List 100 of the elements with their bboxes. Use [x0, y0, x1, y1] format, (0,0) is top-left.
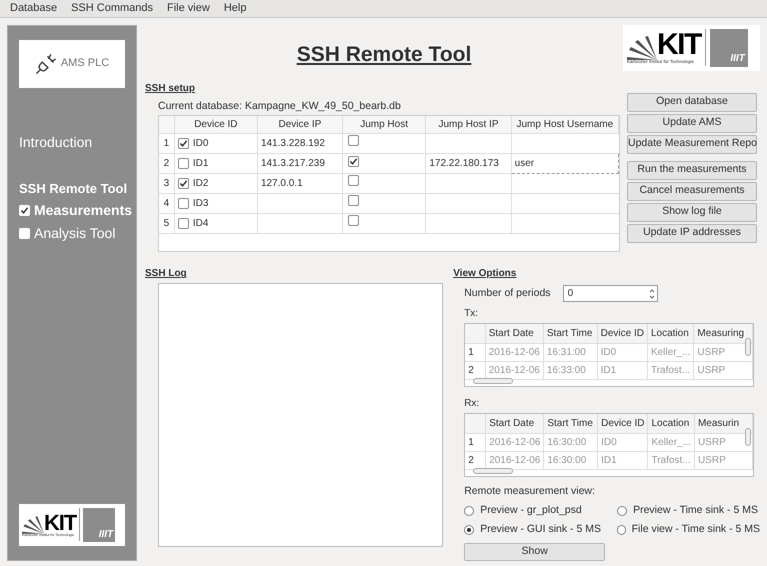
action-button[interactable]: Run the measurements — [627, 160, 757, 180]
table-cell: 172.22.180.173 — [426, 153, 512, 174]
table-cell: Trafost... — [647, 361, 694, 380]
logo-badge: IIIT — [710, 28, 748, 66]
radio-button[interactable] — [617, 506, 628, 516]
menu-item[interactable]: Help — [222, 0, 248, 16]
checkbox[interactable] — [178, 138, 189, 149]
checkbox[interactable] — [348, 135, 359, 146]
logo-text: AMS PLC — [60, 56, 110, 72]
table-cell-text: ID3 — [192, 196, 208, 211]
radio-button[interactable] — [464, 506, 474, 516]
plug-icon — [34, 52, 57, 74]
table-cell: USRP — [694, 451, 753, 470]
column-header[interactable]: Device ID — [598, 414, 648, 434]
table-cell-text: ID1 — [192, 156, 208, 171]
checkbox[interactable] — [178, 178, 189, 189]
action-button[interactable]: Show log file — [627, 202, 757, 222]
row-number: 1 — [465, 433, 486, 452]
scrollbar-thumb[interactable] — [473, 378, 514, 384]
action-button[interactable]: Update IP addresses — [627, 224, 757, 242]
table-cell: 16:30:00 — [544, 451, 598, 470]
table-cell: 2016-12-06 — [486, 433, 544, 452]
table-cell: ID1 — [598, 451, 648, 470]
row-number: 2 — [159, 153, 174, 174]
row-number: 1 — [465, 343, 486, 362]
column-header[interactable]: Device IP — [257, 116, 342, 134]
logo-mark: KIT — [44, 512, 76, 534]
show-button[interactable]: Show — [464, 542, 606, 560]
table-cell: Trafost... — [648, 451, 694, 470]
checkbox[interactable] — [178, 158, 189, 169]
logo-badge: IIIT — [83, 508, 116, 542]
table-cell-text: ID4 — [192, 216, 208, 231]
radio-label[interactable]: Preview - Time sink - 5 MS — [633, 503, 758, 519]
radio-button[interactable] — [617, 524, 626, 535]
action-button[interactable]: Cancel measurements — [627, 182, 757, 200]
table-cell: 16:31:00 — [543, 343, 598, 362]
table-cell-text: ID2 — [192, 176, 208, 191]
row-number: 4 — [159, 193, 174, 214]
column-header[interactable]: Location — [648, 414, 694, 434]
column-header[interactable]: Measuring — [694, 324, 753, 344]
table-cell: 16:30:00 — [544, 433, 598, 452]
table-cell: 127.0.0.1 — [257, 173, 342, 194]
table-cell: 2016-12-06 — [485, 343, 544, 362]
menu-item[interactable]: SSH Commands — [69, 0, 156, 16]
fan-icon — [22, 516, 44, 534]
table-cell-text: ID0 — [192, 136, 208, 151]
checkbox[interactable] — [178, 218, 189, 229]
logo-mark: KIT — [657, 30, 701, 60]
scrollbar-thumb[interactable] — [745, 428, 752, 446]
checkbox[interactable] — [178, 198, 189, 209]
table-label: Rx: — [464, 397, 480, 412]
table-cell: 141.3.217.239 — [257, 153, 342, 174]
radio-label[interactable]: File view - Time sink - 5 MS — [632, 522, 760, 538]
scrollbar-thumb[interactable] — [745, 338, 752, 356]
fan-icon — [627, 36, 657, 60]
column-header[interactable]: Location — [647, 324, 694, 344]
section-heading: SSH setup — [145, 82, 196, 96]
table-label: Tx: — [464, 307, 480, 322]
column-header[interactable]: Start Date — [486, 414, 544, 434]
database-label: Current database: Kampagne_KW_49_50_bearb.db — [158, 98, 402, 114]
column-header[interactable]: Start Time — [543, 324, 598, 344]
table-cell: ID1 — [597, 361, 648, 380]
table-cell: ID0 — [597, 343, 648, 362]
row-number: 3 — [159, 173, 174, 194]
column-header[interactable]: Start Date — [485, 324, 544, 344]
number-field[interactable]: 0 — [562, 285, 658, 302]
row-number: 1 — [159, 133, 174, 154]
radio-button[interactable] — [464, 524, 474, 535]
column-header[interactable]: Start Time — [544, 414, 598, 434]
table-cell: Keller_... — [648, 433, 694, 452]
radio-label[interactable]: Preview - GUI sink - 5 MS — [480, 522, 601, 538]
column-header[interactable]: Jump Host Username — [511, 116, 618, 134]
field-label: Remote measurement view: — [464, 484, 596, 500]
section-heading: View Options — [453, 267, 518, 282]
column-header[interactable]: Device ID — [174, 116, 258, 134]
table-cell: user — [511, 153, 618, 174]
spinner-arrows-icon[interactable] — [648, 288, 656, 300]
table-cell: Keller_... — [647, 343, 694, 362]
column-header[interactable]: Measurin — [694, 414, 753, 434]
column-header[interactable]: Jump Host IP — [426, 116, 512, 134]
table-cell: ID0 — [598, 433, 648, 452]
field-label: Number of periods — [464, 286, 551, 301]
column-header[interactable]: Device ID — [597, 324, 648, 344]
table-cell: 16:33:00 — [543, 361, 598, 380]
action-button[interactable]: Update Measurement Repo — [627, 134, 757, 154]
checkbox[interactable] — [348, 156, 359, 167]
menu-item[interactable]: File view — [165, 0, 212, 16]
column-header[interactable]: Jump Host — [342, 116, 426, 134]
table-cell: 141.3.228.192 — [257, 133, 342, 154]
action-button[interactable]: Open database — [627, 92, 757, 112]
page-title: SSH Remote Tool — [296, 42, 472, 68]
checkbox[interactable] — [348, 215, 359, 226]
checkbox[interactable] — [348, 175, 359, 186]
row-number: 5 — [159, 213, 174, 234]
checkbox[interactable] — [348, 195, 359, 206]
action-button[interactable]: Update AMS — [627, 114, 757, 132]
radio-label[interactable]: Preview - gr_plot_psd — [480, 503, 582, 519]
scrollbar-thumb[interactable] — [473, 468, 514, 474]
menu-item[interactable]: Database — [8, 0, 60, 16]
table-cell: USRP — [694, 361, 753, 380]
